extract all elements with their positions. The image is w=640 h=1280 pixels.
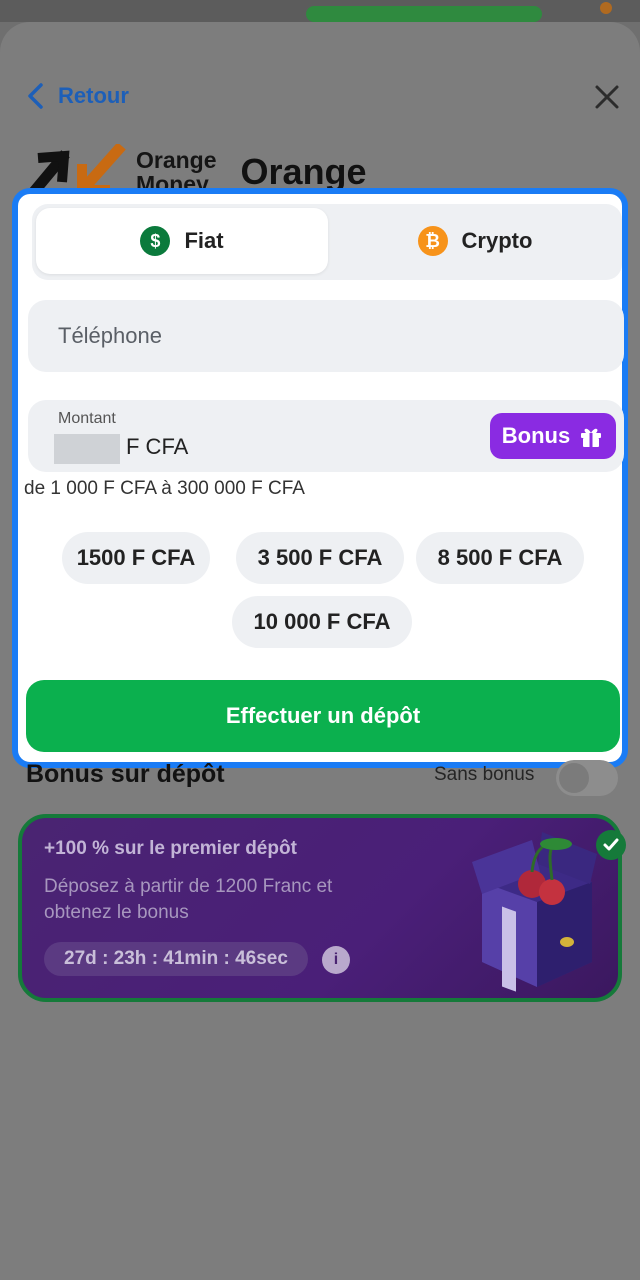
close-icon[interactable]	[592, 82, 622, 112]
quick-amount-chip[interactable]: 10 000 F CFA	[232, 596, 412, 648]
tab-fiat-label: Fiat	[184, 228, 224, 253]
gift-box-illustration	[472, 832, 597, 992]
quick-amount-chip[interactable]: 1500 F CFA	[62, 532, 210, 584]
quick-amount-chip[interactable]: 8 500 F CFA	[416, 532, 584, 584]
amount-input[interactable]: Montant F CFA Bonus	[28, 400, 624, 472]
tab-crypto[interactable]: ₿ Crypto	[332, 208, 618, 274]
bonus-offer-card[interactable]: +100 % sur le premier dépôt Déposez à pa…	[18, 814, 622, 1002]
submit-deposit-button[interactable]: Effectuer un dépôt	[26, 680, 620, 752]
amount-value-redacted	[54, 434, 120, 464]
amount-range-hint: de 1 000 F CFA à 300 000 F CFA	[24, 478, 305, 499]
no-bonus-label: Sans bonus	[434, 764, 535, 785]
toggle-knob	[559, 763, 589, 793]
chevron-left-icon	[28, 83, 43, 109]
back-button[interactable]: Retour	[26, 82, 129, 110]
status-pill	[306, 6, 542, 22]
currency-type-tabs: $ Fiat ₿ Crypto	[32, 204, 622, 280]
back-label: Retour	[58, 83, 129, 108]
gift-icon	[581, 428, 602, 447]
quick-amount-chip[interactable]: 3 500 F CFA	[236, 532, 404, 584]
logo-wordmark-line1: Orange	[136, 147, 217, 173]
status-bar-background-text	[210, 2, 214, 19]
dollar-coin-icon: $	[140, 226, 171, 256]
tab-fiat[interactable]: $ Fiat	[36, 208, 328, 274]
bonus-button[interactable]: Bonus	[490, 413, 616, 459]
bonus-section-title: Bonus sur dépôt	[26, 760, 225, 788]
bonus-button-label: Bonus	[501, 423, 571, 448]
info-icon[interactable]: i	[322, 946, 350, 974]
status-bar	[0, 0, 640, 22]
no-bonus-toggle[interactable]	[556, 760, 618, 796]
page-title: Orange	[240, 151, 367, 192]
bonus-offer-headline: +100 % sur le premier dépôt	[44, 838, 297, 859]
bonus-countdown-timer: 27d : 23h : 41min : 46sec	[44, 942, 308, 976]
amount-currency: F CFA	[126, 434, 189, 459]
status-dot	[600, 2, 612, 14]
phone-input[interactable]: Téléphone	[28, 300, 624, 372]
deposit-form-card: $ Fiat ₿ Crypto Téléphone Montant F CFA …	[12, 188, 628, 768]
selected-check-icon	[596, 830, 626, 860]
tab-crypto-label: Crypto	[461, 228, 533, 253]
phone-placeholder: Téléphone	[58, 323, 162, 348]
bitcoin-icon: ₿	[417, 226, 448, 256]
bonus-offer-description: Déposez à partir de 1200 Franc et obtene…	[44, 876, 333, 923]
amount-label: Montant	[58, 410, 116, 427]
